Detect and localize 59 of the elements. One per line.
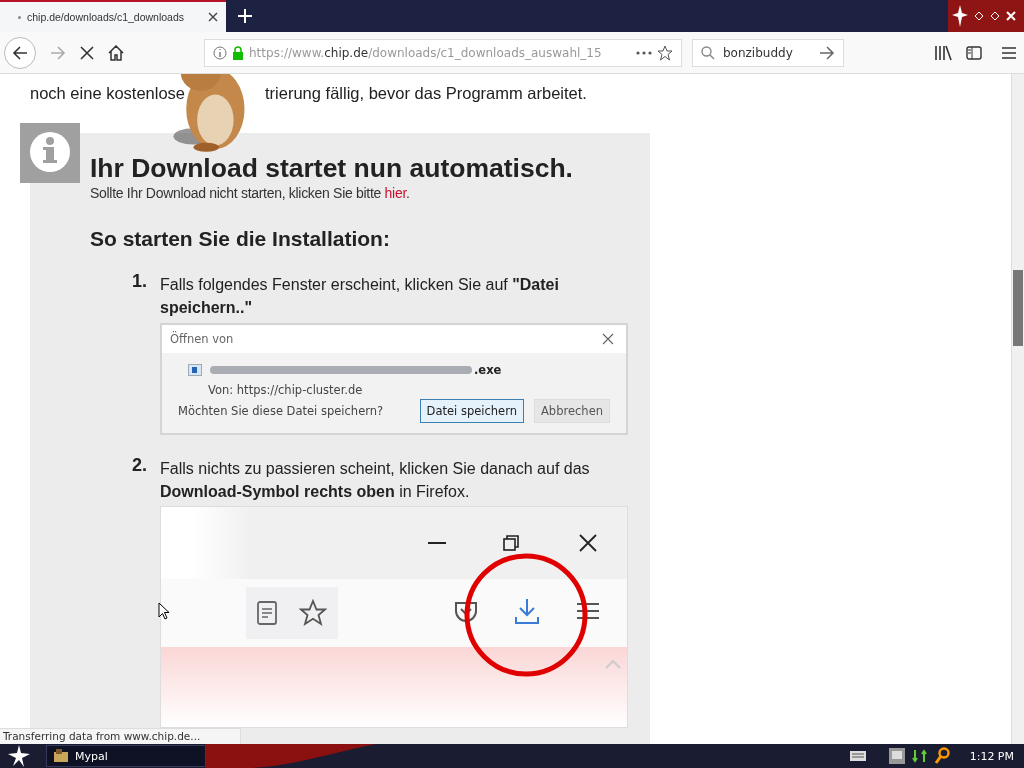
star-icon: [299, 599, 327, 627]
minimize-icon[interactable]: [974, 11, 984, 21]
maximize-icon[interactable]: [990, 11, 1000, 21]
clock-text: 1:12 PM: [969, 749, 1014, 763]
cancel-button[interactable]: Abbrechen: [534, 399, 610, 423]
arrows-icon[interactable]: [911, 748, 928, 764]
monitor-icon[interactable]: [887, 747, 906, 765]
download-heading: Ihr Download startet nun automatisch.: [90, 153, 574, 184]
save-button[interactable]: Datei speichern: [419, 399, 524, 423]
lock-icon: [232, 45, 244, 60]
taskbar-button[interactable]: Mypal: [46, 745, 206, 767]
retry-text: Sollte Ihr Download nicht starten, klicken Sie bitte hier.: [90, 185, 411, 201]
body-text: noch eine kostenlose: [30, 84, 186, 103]
body-text: trierung fällig, bevor das Programm arbeitet.: [265, 84, 587, 103]
stop-icon[interactable]: [80, 45, 94, 60]
step-text: Falls nichts zu passieren scheint, klicken Sie danach auf das Download-Symbol rechts oben in Firefox.: [160, 459, 591, 502]
close-icon[interactable]: [208, 12, 218, 22]
keyboard-icon[interactable]: [849, 751, 866, 761]
info-icon: [20, 123, 80, 183]
menu-icon[interactable]: [1002, 45, 1016, 60]
restore-icon: [503, 535, 519, 551]
back-arrow-icon: [12, 44, 28, 61]
close-icon: [579, 534, 597, 552]
scrollbar[interactable]: [1011, 74, 1024, 744]
info-icon[interactable]: [213, 45, 227, 60]
minimize-icon: [428, 542, 446, 544]
bookmark-star-icon[interactable]: [657, 44, 673, 61]
reader-icon: [257, 601, 277, 625]
retry-link[interactable]: hier: [384, 185, 406, 201]
step-number: 2.: [132, 455, 148, 477]
start-icon[interactable]: [8, 745, 30, 767]
app-icon: [53, 749, 69, 763]
new-tab-icon[interactable]: [238, 9, 252, 23]
search-field[interactable]: bonzibuddy: [692, 38, 844, 67]
sidebar-icon[interactable]: [966, 44, 982, 61]
browser-tab[interactable]: chip.de/downloads/c1_downloads: [0, 0, 226, 32]
dialog-title: Öffnen von: [170, 332, 234, 346]
back-button[interactable]: [4, 36, 36, 69]
file-extension: .exe: [474, 363, 502, 377]
question-text: Möchten Sie diese Datei speichern?: [178, 404, 384, 418]
address-field[interactable]: https://www.chip.de/downloads/c1_downloads_auswahl_15: [204, 38, 682, 67]
more-icon[interactable]: [636, 50, 652, 55]
close-icon: [602, 333, 614, 345]
scroll-thumb[interactable]: [1013, 270, 1023, 346]
install-heading: So starten Sie die Installation:: [90, 227, 391, 251]
download-icon: [514, 598, 540, 624]
search-icon: [701, 45, 715, 60]
step-text: Falls folgendes Fenster erscheint, klicken Sie auf "Datei speichern..": [160, 275, 560, 318]
step-number: 1.: [132, 271, 148, 293]
source-text: Von: https://chip-cluster.de: [208, 383, 364, 397]
magnifier-icon[interactable]: [933, 747, 950, 765]
go-arrow-icon[interactable]: [819, 45, 835, 60]
status-text: Transferring data from www.chip.de...: [0, 728, 242, 744]
scroll-up-icon: [605, 659, 621, 669]
home-icon[interactable]: [108, 44, 124, 61]
menu-icon: [577, 602, 599, 620]
star-icon: [952, 5, 968, 27]
library-icon[interactable]: [934, 44, 952, 61]
file-icon: [188, 364, 202, 376]
